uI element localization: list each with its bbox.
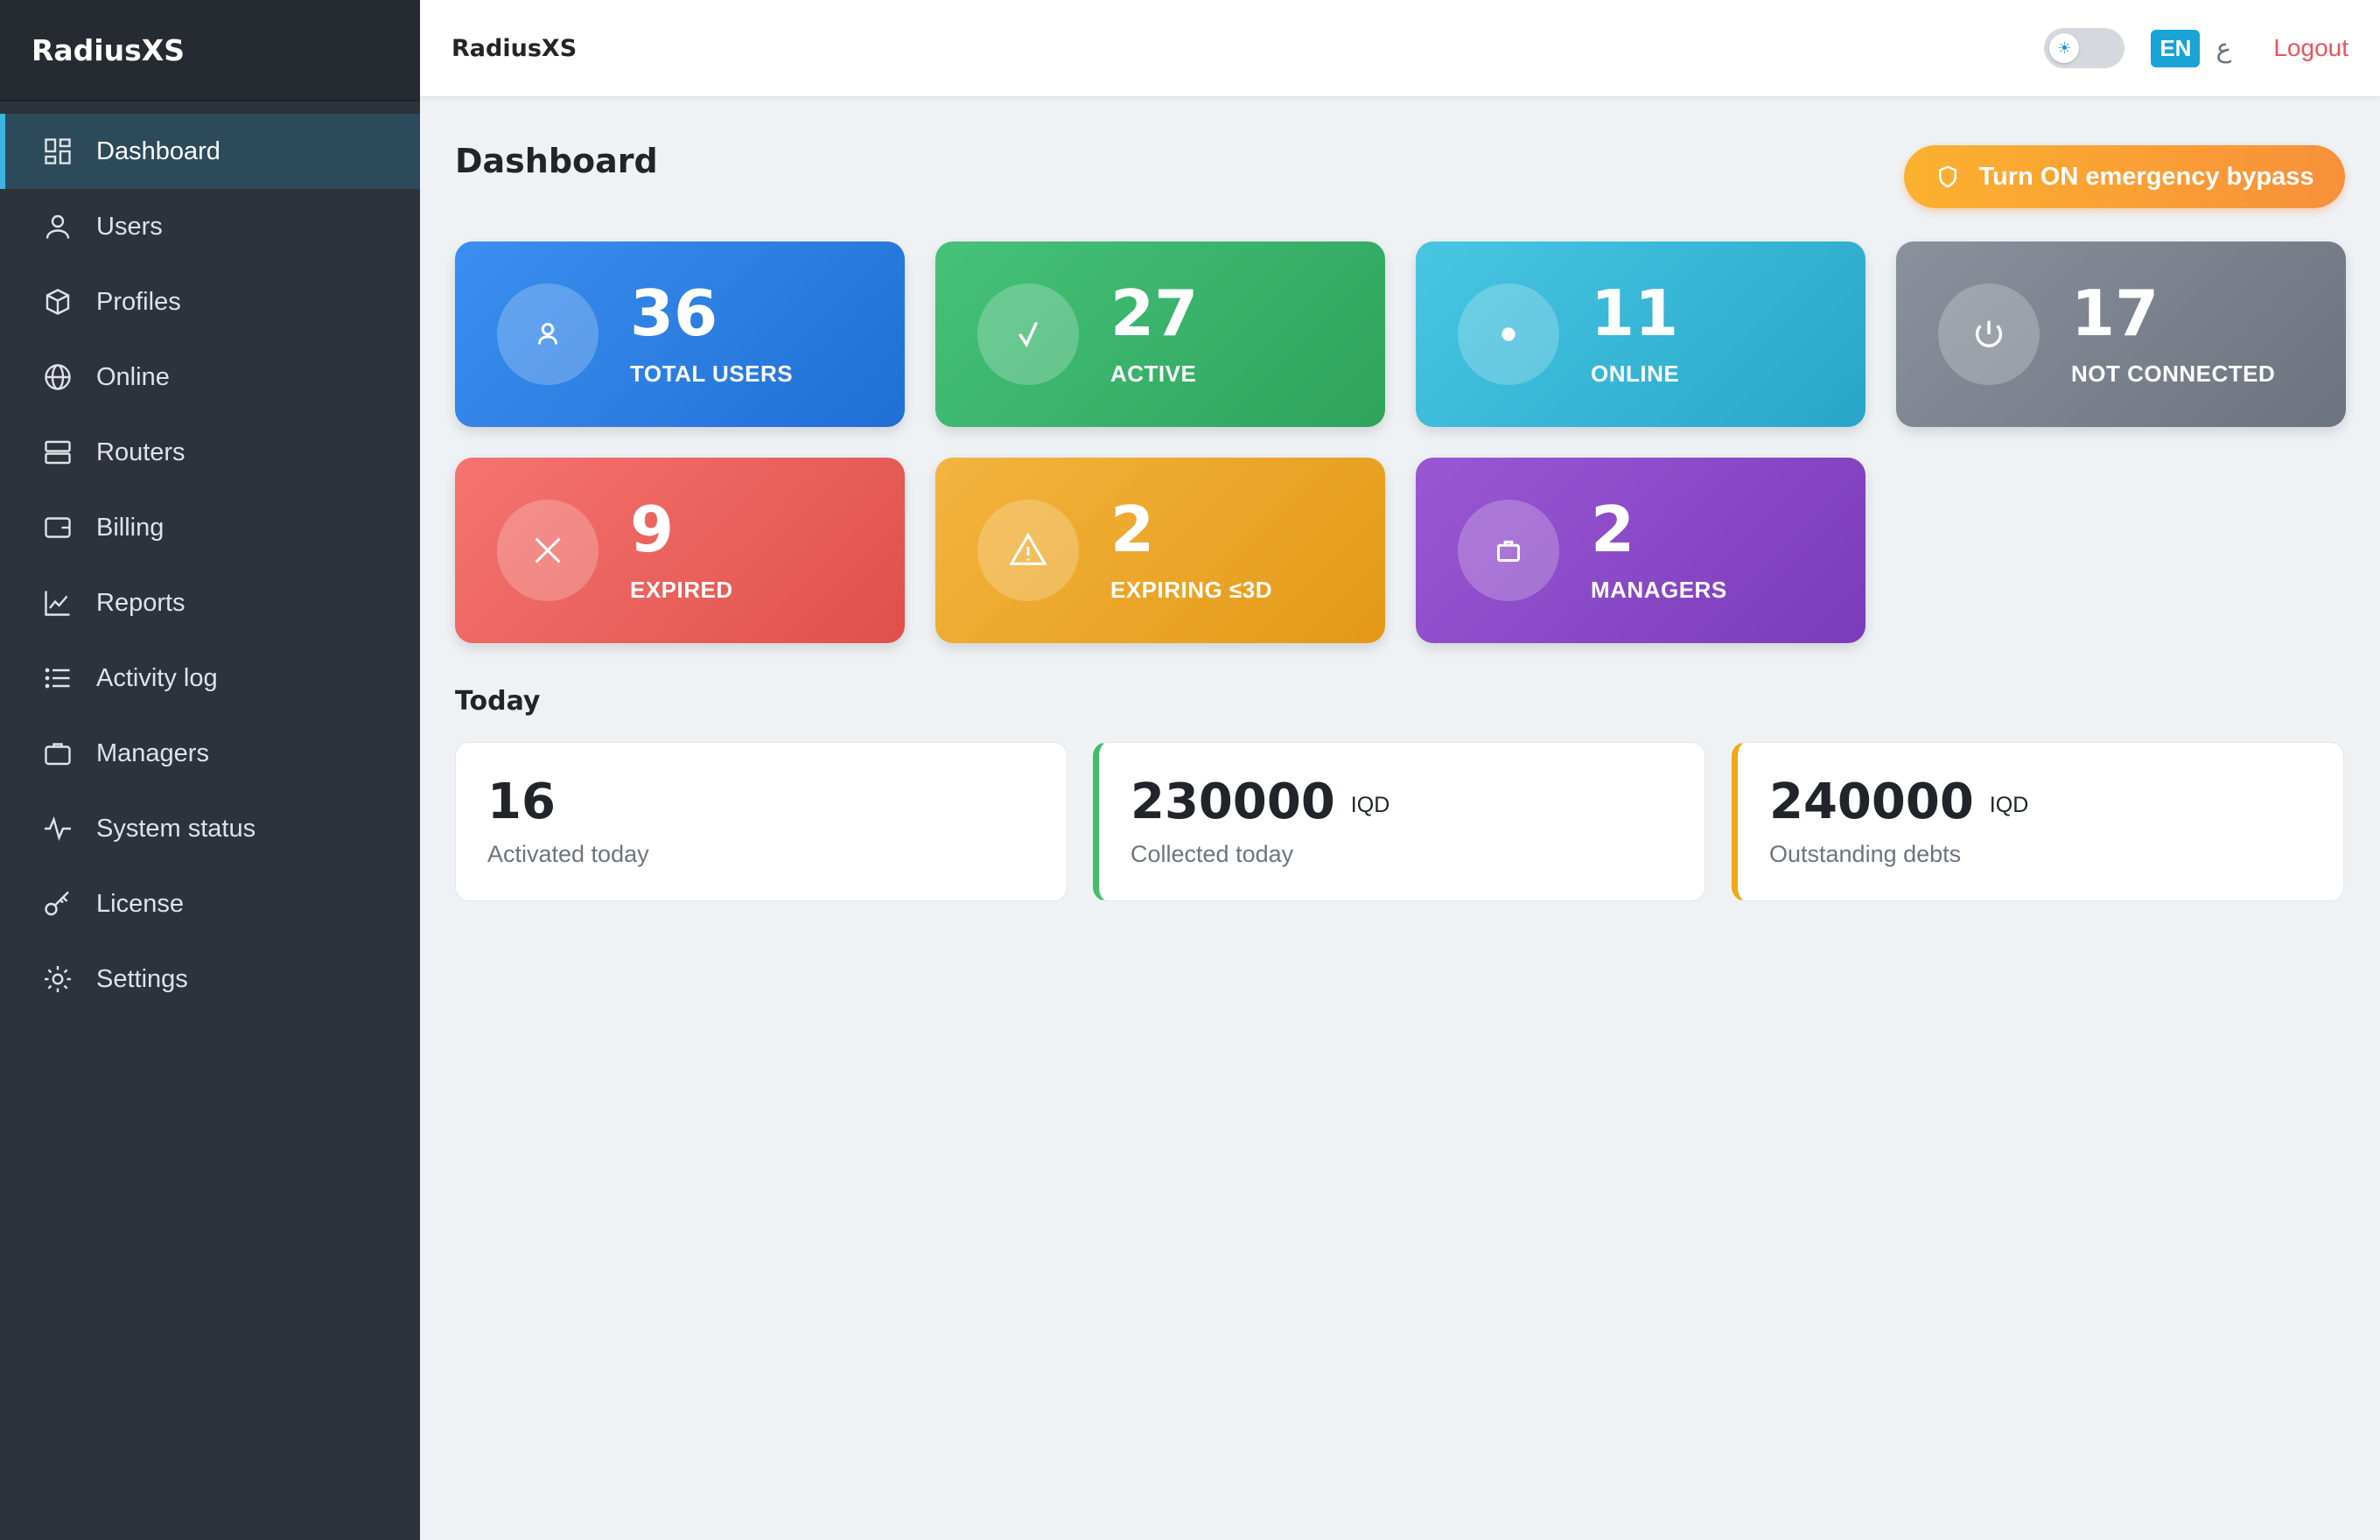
today-value-number: 16	[487, 774, 556, 830]
sidebar-item-dashboard[interactable]: Dashboard	[0, 114, 420, 189]
today-value-number: 230000	[1130, 774, 1335, 830]
sidebar-item-online[interactable]: Online	[0, 340, 420, 415]
briefcase-icon	[42, 738, 74, 769]
currency-unit: IQD	[1989, 792, 2029, 817]
emergency-bypass-label: Turn ON emergency bypass	[1978, 162, 2314, 191]
sidebar-item-managers[interactable]: Managers	[0, 716, 420, 791]
sidebar-item-label: Routers	[96, 438, 186, 466]
user-icon	[497, 284, 598, 385]
x-icon	[497, 500, 598, 601]
warning-icon	[977, 500, 1079, 601]
today-label: Activated today	[487, 841, 649, 867]
gear-icon	[42, 963, 74, 995]
dashboard-icon	[42, 136, 74, 167]
topbar-actions: ☀ EN ع Logout	[2044, 0, 2348, 96]
stat-value: 2	[1591, 493, 1635, 566]
sidebar-item-users[interactable]: Users	[0, 189, 420, 264]
stat-label: EXPIRING ≤3D	[1110, 577, 1272, 603]
sidebar-item-activity-log[interactable]: Activity log	[0, 640, 420, 716]
sidebar-item-license[interactable]: License	[0, 866, 420, 942]
sidebar-item-label: System status	[96, 814, 256, 843]
check-icon	[977, 284, 1079, 385]
sidebar-item-label: Activity log	[96, 663, 218, 692]
today-heading: Today	[455, 686, 541, 717]
stat-label: ONLINE	[1591, 360, 1680, 387]
sidebar: RadiusXS Dashboard Users Profiles Online	[0, 0, 420, 1540]
sidebar-item-label: Managers	[96, 738, 209, 767]
logout-link[interactable]: Logout	[2273, 34, 2348, 62]
today-value: 16	[487, 773, 556, 832]
stat-label: ACTIVE	[1110, 360, 1197, 387]
sidebar-item-label: Users	[96, 212, 163, 241]
stat-card-expiring[interactable]: 2 EXPIRING ≤3D	[935, 458, 1385, 643]
today-card-outstanding: 240000 IQD Outstanding debts	[1732, 742, 2344, 901]
today-value-number: 240000	[1769, 774, 1974, 830]
app-title: RadiusXS	[452, 34, 578, 62]
brand-logo[interactable]: RadiusXS	[0, 0, 420, 102]
today-value: 240000 IQD	[1769, 773, 2028, 835]
page-title: Dashboard	[455, 142, 658, 180]
emergency-bypass-button[interactable]: Turn ON emergency bypass	[1904, 145, 2345, 208]
stat-label: TOTAL USERS	[630, 360, 794, 387]
sidebar-item-label: Reports	[96, 588, 186, 617]
today-card-collected: 230000 IQD Collected today	[1093, 742, 1705, 901]
stat-card-online[interactable]: 11 ONLINE	[1416, 242, 1866, 427]
theme-toggle[interactable]: ☀	[2044, 28, 2125, 68]
server-icon	[42, 437, 74, 468]
sidebar-item-system-status[interactable]: System status	[0, 791, 420, 866]
sidebar-item-label: License	[96, 889, 184, 918]
briefcase-icon	[1458, 500, 1559, 601]
stat-value: 36	[630, 276, 718, 350]
today-label: Outstanding debts	[1769, 841, 1962, 867]
stat-card-not-connected[interactable]: 17 NOT CONNECTED	[1896, 242, 2346, 427]
shield-icon	[1939, 165, 1957, 188]
sidebar-item-settings[interactable]: Settings	[0, 942, 420, 1017]
dot-icon	[1458, 284, 1559, 385]
language-ar-button[interactable]: ع	[2216, 33, 2231, 64]
today-value: 230000 IQD	[1130, 773, 1390, 835]
user-icon	[42, 211, 74, 242]
sidebar-item-label: Online	[96, 362, 170, 391]
globe-icon	[42, 361, 74, 393]
currency-unit: IQD	[1350, 792, 1390, 817]
chart-line-icon	[42, 587, 74, 619]
today-card-activated: 16 Activated today	[455, 742, 1068, 901]
sidebar-item-billing[interactable]: Billing	[0, 490, 420, 565]
stat-value: 17	[2071, 276, 2160, 350]
sidebar-item-label: Dashboard	[96, 136, 220, 165]
stat-card-active[interactable]: 27 ACTIVE	[935, 242, 1385, 427]
language-en-button[interactable]: EN	[2151, 29, 2201, 67]
key-icon	[42, 888, 74, 920]
wallet-icon	[42, 512, 74, 543]
sun-icon: ☀	[2049, 33, 2080, 63]
box-icon	[42, 286, 74, 318]
stat-value: 2	[1110, 493, 1155, 566]
topbar: RadiusXS ☀ EN ع Logout	[420, 0, 2380, 96]
pulse-icon	[42, 813, 74, 844]
stat-card-expired[interactable]: 9 EXPIRED	[455, 458, 905, 643]
stat-card-managers[interactable]: 2 MANAGERS	[1416, 458, 1866, 643]
today-label: Collected today	[1130, 841, 1294, 867]
sidebar-item-label: Billing	[96, 513, 164, 542]
power-icon	[1938, 284, 2040, 385]
sidebar-item-profiles[interactable]: Profiles	[0, 264, 420, 340]
stat-label: EXPIRED	[630, 577, 733, 603]
stat-value: 9	[630, 493, 675, 566]
list-icon	[42, 662, 74, 694]
stat-value: 27	[1110, 276, 1199, 350]
stat-label: MANAGERS	[1591, 577, 1727, 603]
sidebar-nav: Dashboard Users Profiles Online Routers	[0, 114, 420, 1017]
sidebar-item-label: Profiles	[96, 287, 181, 316]
stat-value: 11	[1591, 276, 1679, 350]
sidebar-item-label: Settings	[96, 964, 188, 993]
stat-card-total-users[interactable]: 36 TOTAL USERS	[455, 242, 905, 427]
stat-label: NOT CONNECTED	[2071, 360, 2276, 387]
sidebar-item-routers[interactable]: Routers	[0, 415, 420, 490]
sidebar-item-reports[interactable]: Reports	[0, 565, 420, 640]
